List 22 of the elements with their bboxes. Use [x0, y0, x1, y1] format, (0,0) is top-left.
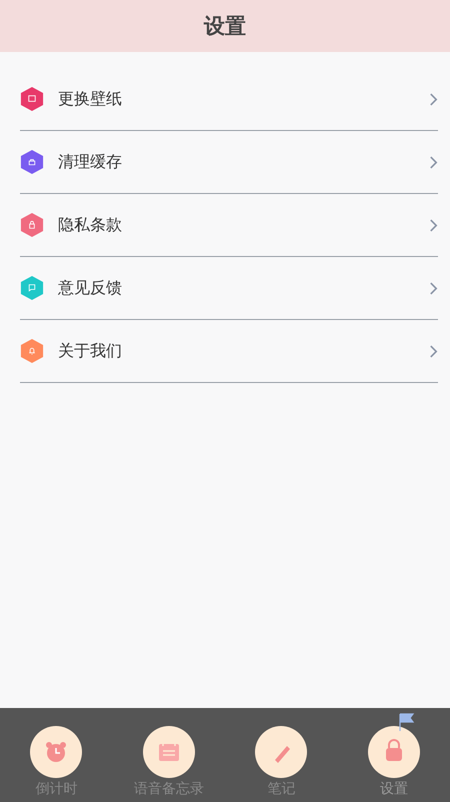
calendar-icon: [142, 726, 195, 778]
page-title: 设置: [204, 13, 246, 40]
chevron-right-icon: [429, 92, 438, 106]
flag-icon: [396, 712, 417, 732]
settings-item[interactable]: 关于我们: [20, 320, 438, 383]
chevron-right-icon: [429, 154, 438, 170]
lock-icon: [368, 726, 420, 778]
alarm-clock-icon: [30, 726, 82, 778]
chevron-right-icon: [429, 218, 438, 232]
pencil-icon: [255, 726, 308, 778]
item-label: 清理缓存: [58, 152, 123, 172]
item-label: 隐私条款: [58, 214, 123, 236]
settings-item[interactable]: 意见反馈: [20, 257, 438, 320]
chevron-right-icon: [429, 344, 438, 358]
chevron-right-icon: [429, 280, 438, 296]
settings-item[interactable]: 隐私条款: [20, 194, 438, 257]
settings-item[interactable]: 清理缓存: [20, 131, 438, 194]
item-label: 关于我们: [58, 340, 123, 362]
item-label: 意见反馈: [58, 278, 123, 298]
item-label: 更换壁纸: [58, 88, 123, 110]
settings-item[interactable]: 更换壁纸: [20, 68, 438, 131]
tab-label: 设置: [380, 780, 408, 798]
